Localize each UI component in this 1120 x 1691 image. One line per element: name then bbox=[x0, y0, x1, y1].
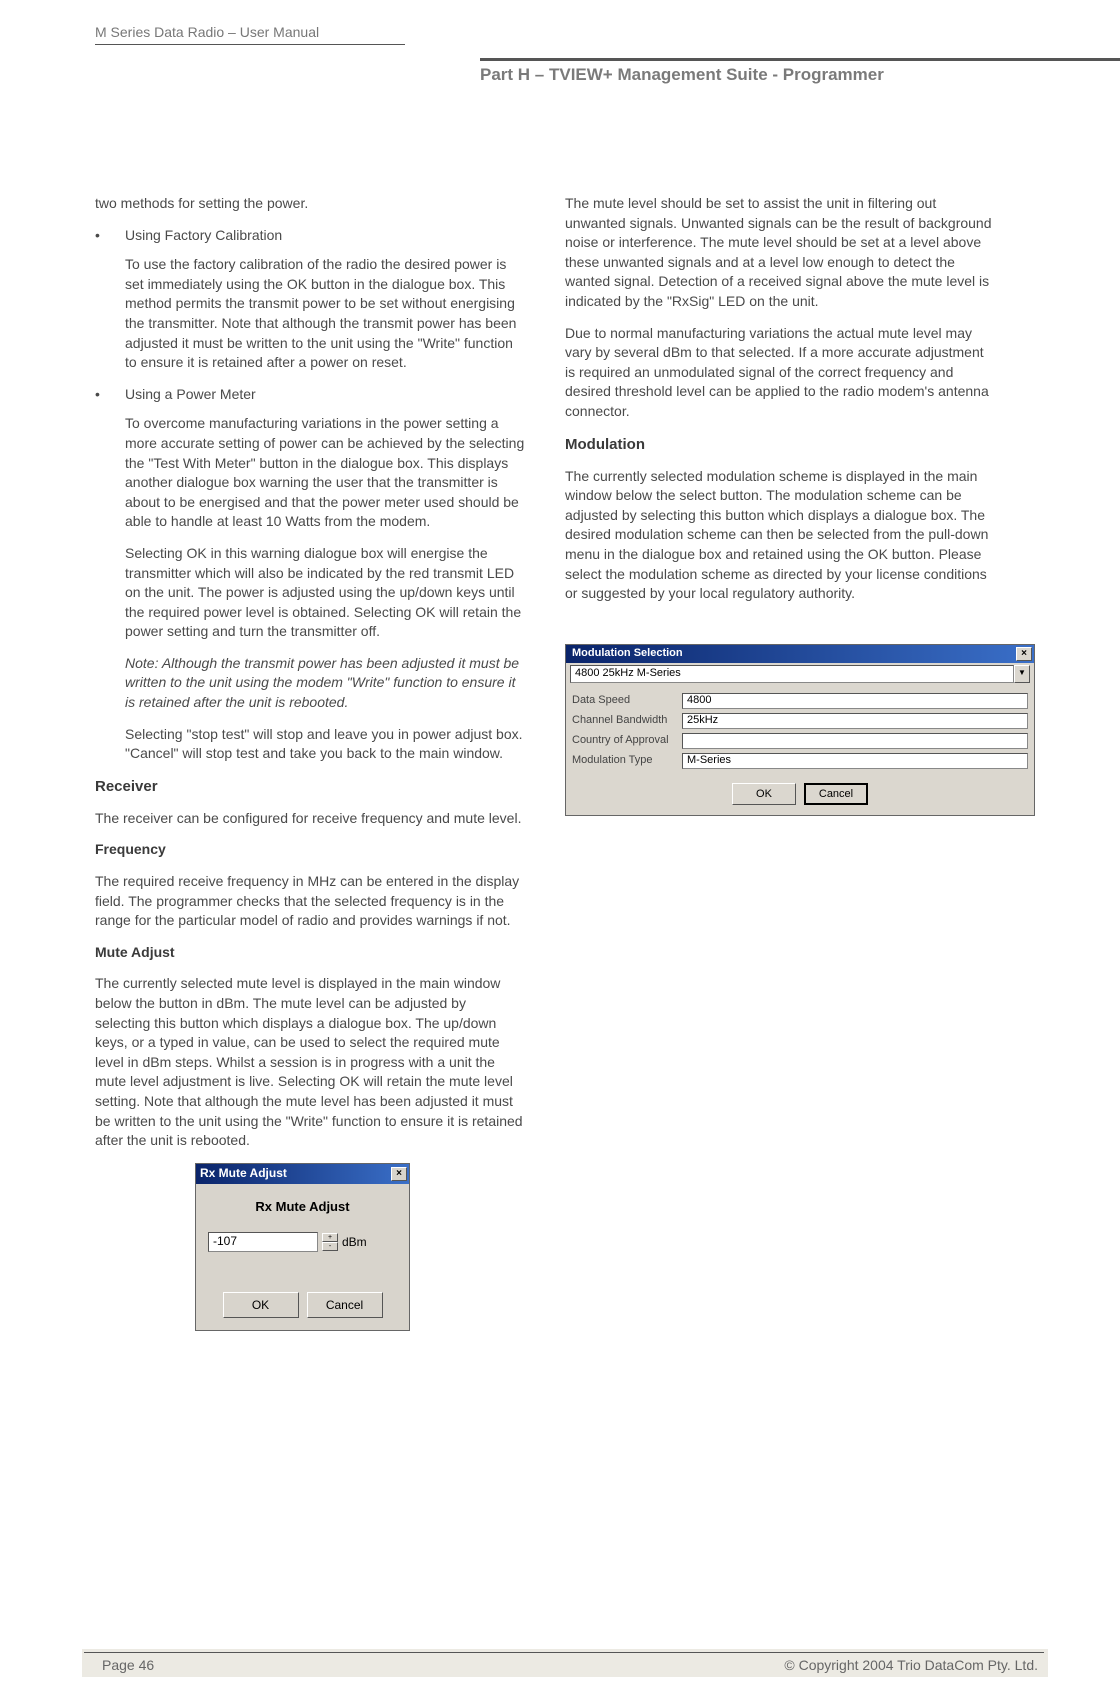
chevron-down-icon[interactable]: ▼ bbox=[1014, 665, 1030, 683]
modulation-type-field[interactable]: M-Series bbox=[682, 753, 1028, 769]
right-p2: Due to normal manufacturing variations t… bbox=[565, 324, 995, 422]
spinner-up-icon[interactable]: + bbox=[322, 1233, 338, 1242]
bullet-icon: • bbox=[95, 226, 125, 246]
left-column: two methods for setting the power. • Usi… bbox=[95, 194, 525, 1331]
receiver-heading: Receiver bbox=[95, 776, 525, 797]
modulation-body: The currently selected modulation scheme… bbox=[565, 467, 995, 604]
rx-mute-value-input[interactable]: -107 bbox=[208, 1232, 318, 1252]
mute-adjust-heading: Mute Adjust bbox=[95, 943, 525, 963]
close-icon[interactable]: × bbox=[391, 1167, 407, 1181]
cancel-button[interactable]: Cancel bbox=[307, 1292, 383, 1318]
mod-dialog-titlebar[interactable]: Modulation Selection × bbox=[566, 645, 1034, 663]
rx-dialog-title: Rx Mute Adjust bbox=[200, 1165, 287, 1182]
receiver-body: The receiver can be configured for recei… bbox=[95, 809, 525, 829]
country-approval-field[interactable] bbox=[682, 733, 1028, 749]
spinner-down-icon[interactable]: - bbox=[322, 1242, 338, 1251]
modulation-heading: Modulation bbox=[565, 434, 995, 455]
mod-dialog-title: Modulation Selection bbox=[572, 646, 683, 661]
rx-mute-unit: dBm bbox=[342, 1234, 367, 1251]
header-right: Part H – TVIEW+ Management Suite - Progr… bbox=[480, 58, 1120, 85]
copyright: © Copyright 2004 Trio DataCom Pty. Ltd. bbox=[784, 1657, 1044, 1673]
mute-adjust-body: The currently selected mute level is dis… bbox=[95, 974, 525, 1150]
modulation-dropdown[interactable]: 4800 25kHz M-Series bbox=[570, 665, 1014, 683]
page-number: Page 46 bbox=[84, 1657, 154, 1673]
bullet-icon: • bbox=[95, 385, 125, 405]
bullet-1-title: Using Factory Calibration bbox=[125, 226, 525, 246]
bullet-2-body-1: To overcome manufacturing variations in … bbox=[125, 414, 525, 532]
bullet-2-title: Using a Power Meter bbox=[125, 385, 525, 405]
rx-dialog-titlebar[interactable]: Rx Mute Adjust × bbox=[196, 1164, 409, 1184]
bullet-2-note: Note: Although the transmit power has be… bbox=[125, 654, 525, 713]
frequency-body: The required receive frequency in MHz ca… bbox=[95, 872, 525, 931]
modulation-type-label: Modulation Type bbox=[572, 753, 682, 768]
rx-mute-dialog: Rx Mute Adjust × Rx Mute Adjust -107 + -… bbox=[195, 1163, 410, 1331]
bullet-2-body-2: Selecting OK in this warning dialogue bo… bbox=[125, 544, 525, 642]
country-approval-label: Country of Approval bbox=[572, 733, 682, 748]
header-left: M Series Data Radio – User Manual bbox=[95, 24, 405, 45]
channel-bandwidth-label: Channel Bandwidth bbox=[572, 713, 682, 728]
rx-dialog-body-title: Rx Mute Adjust bbox=[208, 1198, 397, 1216]
right-column: The mute level should be set to assist t… bbox=[565, 194, 995, 1331]
data-speed-label: Data Speed bbox=[572, 693, 682, 708]
bullet-2-body-3: Selecting "stop test" will stop and leav… bbox=[125, 725, 525, 764]
modulation-dialog: Modulation Selection × 4800 25kHz M-Seri… bbox=[565, 644, 1035, 816]
rx-mute-spinner[interactable]: + - bbox=[322, 1233, 338, 1251]
close-icon[interactable]: × bbox=[1016, 647, 1032, 661]
ok-button[interactable]: OK bbox=[223, 1292, 299, 1318]
ok-button[interactable]: OK bbox=[732, 783, 796, 805]
footer: Page 46 © Copyright 2004 Trio DataCom Pt… bbox=[84, 1652, 1044, 1673]
intro-text: two methods for setting the power. bbox=[95, 194, 525, 214]
data-speed-field[interactable]: 4800 bbox=[682, 693, 1028, 709]
right-p1: The mute level should be set to assist t… bbox=[565, 194, 995, 312]
channel-bandwidth-field[interactable]: 25kHz bbox=[682, 713, 1028, 729]
cancel-button[interactable]: Cancel bbox=[804, 783, 868, 805]
frequency-heading: Frequency bbox=[95, 840, 525, 860]
bullet-1-body: To use the factory calibration of the ra… bbox=[125, 255, 525, 373]
